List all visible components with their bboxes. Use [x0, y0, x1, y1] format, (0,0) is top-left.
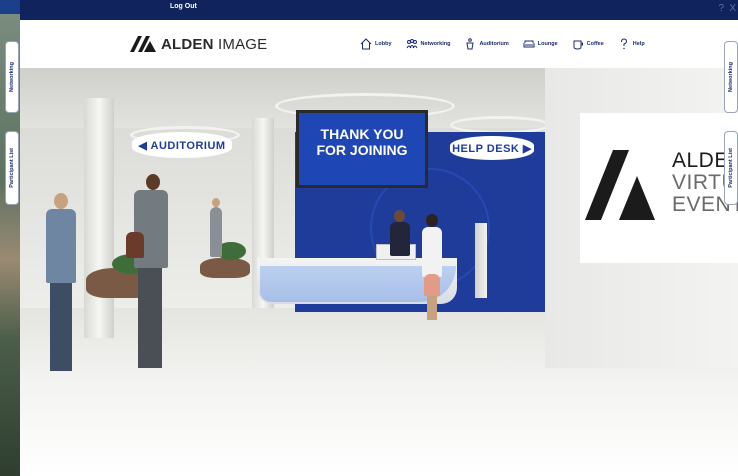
lounge-bench [200, 258, 250, 278]
close-icon[interactable]: X [729, 3, 736, 14]
side-tab-label: Networking [728, 62, 734, 92]
side-tab-label: Networking [9, 62, 15, 92]
person-legs [50, 283, 72, 371]
person-receptionist [388, 210, 412, 258]
person-skirt [424, 274, 440, 296]
alden-image-logo[interactable]: ALDEN IMAGE [130, 34, 267, 54]
side-tab-participant-list-right[interactable]: Participant List [724, 131, 738, 205]
person-head [212, 198, 220, 207]
auditorium-sign-label: ◀ AUDITORIUM [138, 139, 226, 152]
side-tab-networking-right[interactable]: Networking [724, 41, 738, 113]
nav-auditorium[interactable]: Auditorium [464, 38, 509, 50]
side-tab-label: Participant List [9, 148, 15, 188]
side-tab-label: Participant List [728, 148, 734, 188]
house-icon [360, 38, 372, 50]
alden-logo-mark-icon [130, 36, 156, 52]
people-icon [406, 39, 417, 49]
help-question-icon[interactable]: ? [718, 3, 724, 14]
person-man-blue-suit [42, 193, 82, 378]
main-nav: Lobby Networking Auditorium Lounge Coffe… [360, 38, 645, 50]
person-head [394, 210, 405, 222]
person-bag [126, 232, 144, 258]
alden-wall-logo-icon [585, 150, 655, 220]
coffee-icon [573, 40, 583, 50]
person-body [46, 209, 76, 283]
screen-text: THANK YOU FOR JOINING [299, 126, 425, 158]
wall-sign-line1: ALDE [672, 149, 729, 172]
nav-coffee-label: Coffee [586, 41, 604, 47]
person-head [426, 214, 438, 227]
help-desk-sign-label: HELP DESK ▶ [452, 142, 532, 155]
virtual-lobby-scene: ALDE VIRTU EVENT THANK YOU FOR JOINING ◀… [20, 68, 738, 476]
person-body [390, 222, 410, 256]
pillar [84, 98, 114, 338]
nav-auditorium-label: Auditorium [479, 41, 509, 47]
person-legs [427, 296, 437, 320]
person-man-grey-suit [126, 174, 174, 374]
nav-help-label: Help [632, 41, 645, 47]
background-strip-top [0, 0, 20, 14]
side-tab-participant-list-left[interactable]: Participant List [5, 131, 19, 205]
side-tab-networking-left[interactable]: Networking [5, 41, 19, 113]
nav-lounge[interactable]: Lounge [523, 38, 558, 50]
question-icon [620, 38, 627, 50]
person-woman-visitor [418, 214, 446, 322]
nav-networking[interactable]: Networking [406, 38, 451, 50]
person-head [146, 174, 160, 190]
person-body [422, 227, 442, 277]
person-background [208, 198, 224, 258]
person-body [210, 207, 222, 257]
help-desk-sign[interactable]: HELP DESK ▶ [450, 136, 534, 160]
top-bar: Log Out ? X [20, 0, 738, 20]
screen-text-line2: FOR JOINING [316, 142, 408, 158]
nav-help[interactable]: Help [618, 38, 645, 50]
nav-networking-label: Networking [420, 41, 451, 47]
nav-coffee[interactable]: Coffee [572, 38, 604, 50]
info-kiosk [475, 223, 487, 298]
auditorium-sign[interactable]: ◀ AUDITORIUM [132, 132, 232, 158]
nav-lobby-label: Lobby [375, 41, 392, 47]
logo-text: ALDEN IMAGE [161, 35, 268, 53]
screen-text-line1: THANK YOU [320, 126, 404, 142]
person-head [54, 193, 68, 209]
thank-you-screen[interactable]: THANK YOU FOR JOINING [296, 110, 428, 188]
person-legs [138, 268, 162, 368]
podium-icon [466, 38, 475, 50]
nav-lounge-label: Lounge [537, 41, 558, 47]
logout-link[interactable]: Log Out [170, 3, 197, 10]
sofa-icon [523, 40, 535, 48]
header: ALDEN IMAGE Lobby Networking Auditorium … [20, 20, 738, 68]
nav-lobby[interactable]: Lobby [360, 38, 392, 50]
